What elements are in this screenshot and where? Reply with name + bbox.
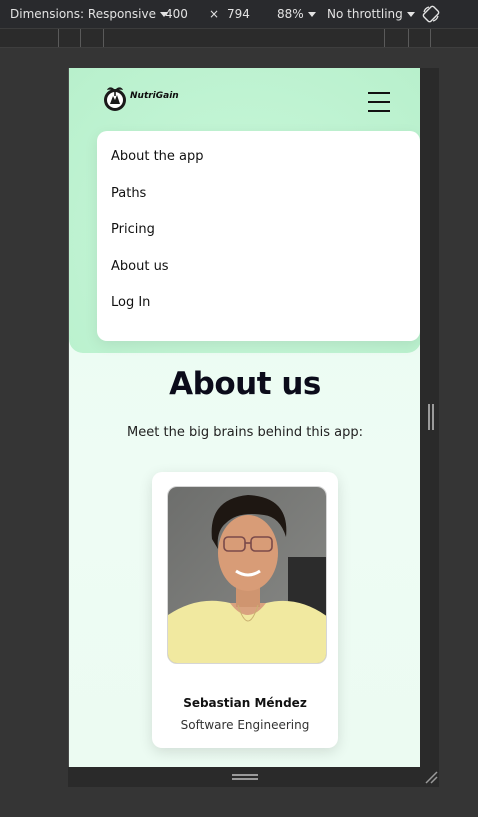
hamburger-line: [368, 110, 390, 112]
dimensions-dropdown[interactable]: Dimensions: Responsive: [10, 7, 168, 21]
nav-dropdown-menu: About the app Paths Pricing About us Log…: [97, 131, 420, 341]
portrait-illustration: [168, 487, 326, 663]
menu-item-about-us[interactable]: About us: [111, 259, 169, 275]
ruler-tick: [384, 29, 385, 47]
menu-item-paths[interactable]: Paths: [111, 186, 146, 202]
site-logo[interactable]: NutriGain: [101, 82, 179, 114]
ruler-tick: [408, 29, 409, 47]
ruler-tick: [80, 29, 81, 47]
zoom-label: 88%: [277, 7, 304, 21]
team-member-name: Sebastian Méndez: [183, 696, 307, 710]
bottom-resize-handle[interactable]: [232, 774, 258, 780]
rotate-device-icon[interactable]: [421, 4, 441, 24]
ruler-tick: [103, 29, 104, 47]
width-input[interactable]: 400: [165, 7, 188, 21]
menu-item-log-in[interactable]: Log In: [111, 295, 150, 311]
dimension-separator: ×: [209, 7, 220, 21]
nutrigain-logo-icon: [104, 87, 126, 111]
hamburger-line: [368, 101, 390, 103]
throttling-dropdown[interactable]: No throttling: [327, 7, 415, 21]
team-member-card: Sebastian Méndez Software Engineering: [152, 472, 338, 748]
dimensions-label: Dimensions: Responsive: [10, 7, 156, 21]
team-member-photo: [167, 486, 327, 664]
chevron-down-icon: [406, 12, 415, 17]
media-query-ruler: [0, 29, 478, 48]
menu-item-pricing[interactable]: Pricing: [111, 222, 155, 238]
corner-resize-icon[interactable]: [424, 770, 438, 784]
hamburger-line: [368, 92, 390, 94]
logo-text: NutriGain: [130, 91, 179, 101]
throttling-label: No throttling: [327, 7, 403, 21]
page-title: About us: [169, 366, 321, 402]
ruler-tick: [58, 29, 59, 47]
right-resize-handle[interactable]: [428, 404, 434, 430]
hamburger-menu-icon[interactable]: [368, 92, 390, 114]
ruler-tick: [430, 29, 431, 47]
height-input[interactable]: 794: [227, 7, 250, 21]
page-viewport: NutriGain About the app Paths Pricing Ab…: [68, 68, 421, 767]
devtools-device-toolbar: Dimensions: Responsive 400 × 794 88% No …: [0, 0, 478, 29]
page-subtitle: Meet the big brains behind this app:: [127, 425, 363, 440]
menu-item-about-the-app[interactable]: About the app: [111, 149, 204, 165]
team-member-role: Software Engineering: [180, 718, 310, 732]
zoom-dropdown[interactable]: 88%: [277, 7, 316, 21]
chevron-down-icon: [307, 12, 316, 17]
